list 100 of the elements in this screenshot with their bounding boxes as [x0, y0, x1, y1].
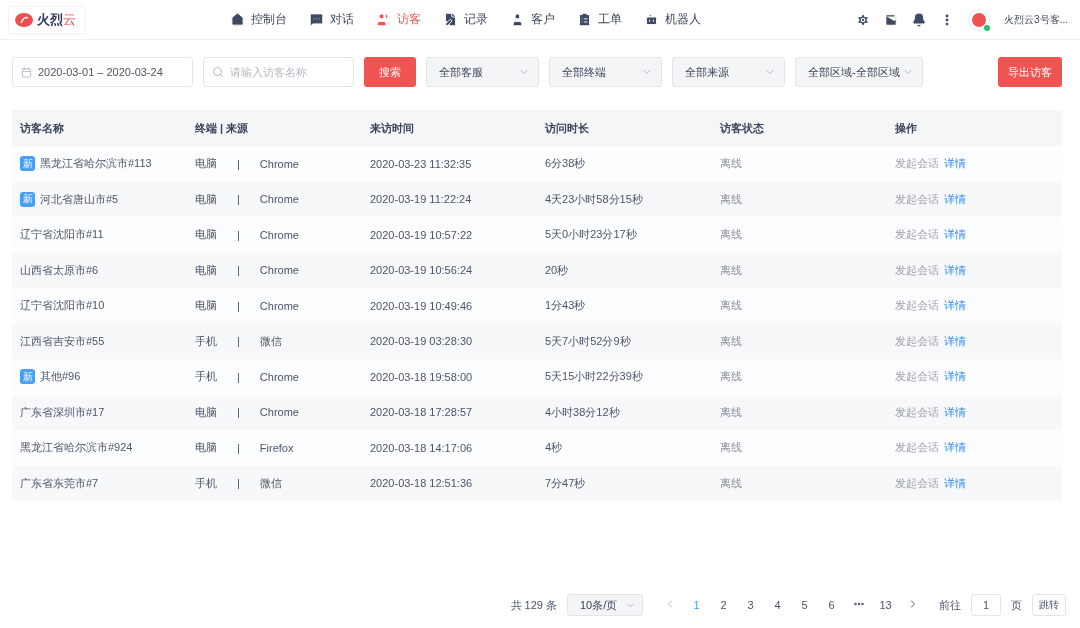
avatar[interactable]	[968, 8, 991, 31]
settings-icon[interactable]	[856, 12, 871, 27]
table-cell: Chrome	[259, 228, 299, 241]
table-cell: 离线	[720, 404, 742, 420]
table-cell: 2020-03-18 19:58:00	[370, 370, 473, 383]
table-cell: 离线	[720, 369, 742, 385]
page-button[interactable]: 3	[742, 599, 759, 611]
table-cell: 广东省深圳市#17	[20, 404, 105, 420]
details-link[interactable]: 详情	[944, 156, 966, 172]
total-count: 共 129 条	[510, 597, 557, 613]
table-cell: Chrome	[259, 264, 299, 277]
details-link[interactable]: 详情	[944, 262, 966, 278]
column-header: 操作	[895, 120, 918, 136]
document-pen-icon	[443, 12, 458, 27]
clipboard-icon	[577, 12, 592, 27]
details-link[interactable]: 详情	[944, 369, 966, 385]
start-chat-link[interactable]: 发起会话	[895, 404, 939, 420]
column-header: 来访时间	[370, 120, 415, 136]
page-button[interactable]: 13	[877, 599, 894, 611]
start-chat-link[interactable]: 发起会话	[895, 369, 939, 385]
table-cell: 5天15小时22分39秒	[545, 369, 643, 385]
start-chat-link[interactable]: 发起会话	[895, 333, 939, 349]
filter-select[interactable]: 全部客服	[426, 57, 539, 87]
table-cell: 电脑	[195, 298, 217, 314]
bell-icon[interactable]	[912, 12, 927, 27]
page-button[interactable]: 5	[796, 599, 813, 611]
goto-button[interactable]: 跳转	[1032, 594, 1066, 616]
table-cell: 离线	[720, 156, 742, 172]
table-cell: 6分38秒	[545, 156, 586, 172]
start-chat-link[interactable]: 发起会话	[895, 298, 939, 314]
filter-select[interactable]: 全部区域-全部区域	[795, 57, 923, 87]
table-cell: 广东省东莞市#7	[20, 475, 99, 491]
start-chat-link[interactable]: 发起会话	[895, 475, 939, 491]
details-link[interactable]: 详情	[944, 333, 966, 349]
page-size-select[interactable]: 10条/页	[567, 594, 643, 616]
nav-item[interactable]: 对话	[309, 11, 354, 28]
details-link[interactable]: 详情	[944, 298, 966, 314]
start-chat-link[interactable]: 发起会话	[895, 156, 939, 172]
table-cell: 电脑	[195, 262, 217, 278]
start-chat-link[interactable]: 发起会话	[895, 227, 939, 243]
page-button[interactable]: 2	[715, 599, 732, 611]
nav-item[interactable]: 控制台	[230, 11, 287, 28]
details-link[interactable]: 详情	[944, 191, 966, 207]
page-button[interactable]: 1	[688, 599, 705, 611]
start-chat-link[interactable]: 发起会话	[895, 191, 939, 207]
divider-text: |	[237, 157, 240, 170]
page-input[interactable]: 1	[971, 594, 1001, 616]
table-cell: 电脑	[195, 440, 217, 456]
date-range-field[interactable]: 2020-03-01 – 2020-03-24	[12, 57, 193, 87]
table-cell: 离线	[720, 227, 742, 243]
table-cell: Firefox	[259, 441, 294, 454]
search-button[interactable]: 搜索	[364, 57, 416, 87]
nav-item[interactable]: 工单	[577, 11, 622, 28]
table-cell: 4小时38分12秒	[545, 404, 620, 420]
goto-label: 前往	[939, 597, 961, 613]
user-name: 火烈云3号客...	[1004, 12, 1068, 27]
filter-select[interactable]: 全部来源	[672, 57, 785, 87]
nav-item[interactable]: 客户	[510, 11, 555, 28]
divider-text: |	[237, 441, 240, 454]
logo[interactable]: 火烈云	[8, 5, 86, 34]
filter-select[interactable]: 全部终端	[549, 57, 662, 87]
divider-text: |	[237, 193, 240, 206]
divider-text: |	[237, 406, 240, 419]
home-icon	[230, 12, 245, 27]
table-cell: 微信	[259, 333, 282, 349]
column-header: 访问时长	[545, 120, 590, 136]
table-cell: Chrome	[259, 157, 299, 170]
nav-item[interactable]: 机器人	[644, 11, 701, 28]
table-cell: 电脑	[195, 227, 217, 243]
nav-item[interactable]: 记录	[443, 11, 488, 28]
table-cell: 2020-03-19 10:57:22	[370, 228, 473, 241]
table-cell: 5天7小时52分9秒	[545, 333, 631, 349]
table-cell: 5天0小时23分17秒	[545, 227, 637, 243]
divider-text: |	[237, 335, 240, 348]
table-cell: 离线	[720, 262, 742, 278]
nav-item[interactable]: 访客	[376, 11, 421, 28]
table-cell: 1分43秒	[545, 298, 586, 314]
details-link[interactable]: 详情	[944, 227, 966, 243]
column-header: 访客状态	[720, 120, 765, 136]
wallet-icon[interactable]	[884, 12, 899, 27]
table-cell: 山西省太原市#6	[20, 262, 99, 278]
chat-bubble-icon	[309, 12, 324, 27]
table-cell: 2020-03-19 03:28:30	[370, 335, 473, 348]
table-cell: 离线	[720, 333, 742, 349]
start-chat-link[interactable]: 发起会话	[895, 262, 939, 278]
page-button[interactable]: 6	[823, 599, 840, 611]
table-cell: 4秒	[545, 440, 563, 456]
start-chat-link[interactable]: 发起会话	[895, 440, 939, 456]
table-cell: 离线	[720, 440, 742, 456]
details-link[interactable]: 详情	[944, 404, 966, 420]
table-cell: 电脑	[195, 191, 217, 207]
export-button[interactable]: 导出访客	[998, 57, 1062, 87]
search-field[interactable]: 请输入访客名称	[203, 57, 354, 87]
page-button[interactable]: 4	[769, 599, 786, 611]
table-cell: Chrome	[259, 406, 299, 419]
details-link[interactable]: 详情	[944, 475, 966, 491]
details-link[interactable]: 详情	[944, 440, 966, 456]
table-cell: 其他#96	[40, 369, 81, 385]
table-cell: Chrome	[259, 193, 299, 206]
table-cell: Chrome	[259, 299, 299, 312]
